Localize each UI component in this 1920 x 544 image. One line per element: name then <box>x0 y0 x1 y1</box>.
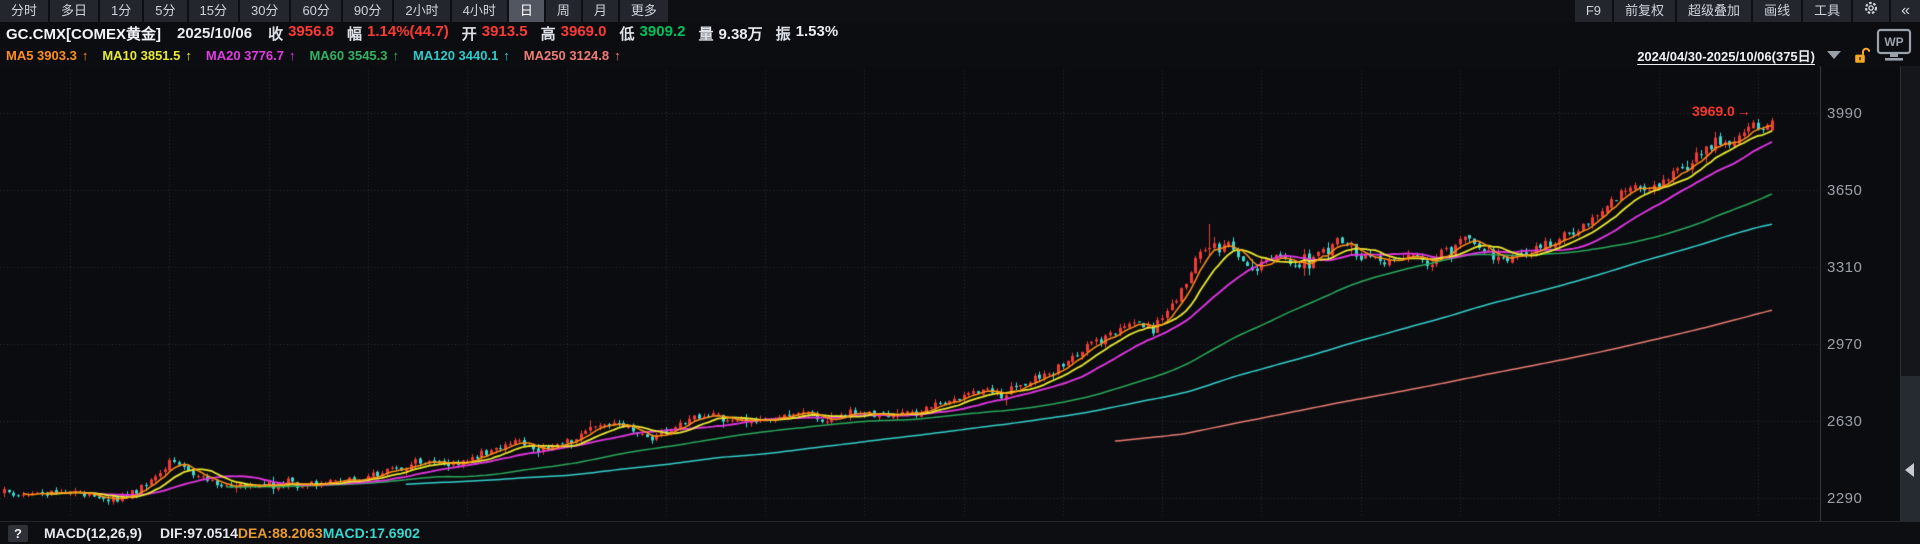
tab-2小时[interactable]: 2小时 <box>394 0 449 22</box>
symbol-name[interactable]: GC.CMX[COMEX黄金] <box>6 23 161 44</box>
quote-fields: 收3956.8 幅1.14%(44.7) 开3913.5 高3969.0 低3909.2… <box>268 23 851 44</box>
y-axis-tick: 2970 <box>1827 336 1893 353</box>
macd-value: MACD:17.6902 <box>323 525 420 541</box>
ma-value-MA20: MA20 3776.7↑ <box>206 48 296 63</box>
tab-90分[interactable]: 90分 <box>343 0 392 22</box>
y-axis-tick: 2290 <box>1827 490 1893 507</box>
quote-date: 2025/10/06 <box>177 25 252 42</box>
right-arrow-icon: → <box>1737 103 1751 119</box>
field-label: 幅 <box>347 23 362 44</box>
indicator-help-button[interactable]: ? <box>8 525 28 542</box>
field-value: 9.38万 <box>718 23 762 44</box>
macd-indicator-bar: ? MACD(12,26,9) DIF:97.0514 DEA:88.2063 … <box>0 521 1920 544</box>
y-axis-tick: 2630 <box>1827 413 1893 430</box>
up-arrow-icon: ↑ <box>289 48 296 63</box>
macd-formula[interactable]: MACD(12,26,9) <box>44 525 142 541</box>
tab-分时[interactable]: 分时 <box>0 0 48 22</box>
ma-value-MA120: MA120 3440.1↑ <box>413 48 510 63</box>
field-value: 3956.8 <box>288 23 334 44</box>
panel-expand-arrow-icon[interactable] <box>1905 463 1914 477</box>
tab-5分[interactable]: 5分 <box>144 0 186 22</box>
collapse-panel-button[interactable]: « <box>1891 0 1920 22</box>
top-toolbar: 分时多日1分5分15分30分60分90分2小时4小时日周月更多 F9前复权超级叠… <box>0 0 1920 22</box>
ma-value-MA10: MA10 3851.5↑ <box>102 48 192 63</box>
quote-field: 高3969.0 <box>541 23 607 44</box>
latest-price-label: 3969.0→ <box>1692 103 1751 119</box>
quote-field: 量9.38万 <box>698 23 762 44</box>
unlock-icon[interactable] <box>1853 47 1870 64</box>
up-arrow-icon: ↑ <box>393 48 400 63</box>
field-value: 3909.2 <box>640 23 686 44</box>
tab-15分[interactable]: 15分 <box>189 0 238 22</box>
field-label: 振 <box>776 23 791 44</box>
up-arrow-icon: ↑ <box>82 48 89 63</box>
visible-date-range[interactable]: 2024/04/30-2025/10/06(375日) <box>1637 46 1815 65</box>
tab-日[interactable]: 日 <box>509 0 544 22</box>
chevron-down-icon[interactable] <box>1827 51 1841 59</box>
macd-dif-value: DIF:97.0514 <box>160 525 238 541</box>
ma-value-MA60: MA60 3545.3↑ <box>309 48 399 63</box>
quote-field: 收3956.8 <box>268 23 334 44</box>
field-value: 3969.0 <box>561 23 607 44</box>
field-label: 低 <box>620 23 635 44</box>
right-edge-panel-strip[interactable] <box>1900 66 1920 521</box>
quote-field: 幅1.14%(44.7) <box>347 23 449 44</box>
field-value: 1.14%(44.7) <box>367 23 449 44</box>
tab-月[interactable]: 月 <box>583 0 618 22</box>
field-label: 高 <box>541 23 556 44</box>
double-chevron-left-icon: « <box>1901 0 1910 22</box>
tab-60分[interactable]: 60分 <box>291 0 340 22</box>
svg-text:WP: WP <box>1884 35 1903 49</box>
strip-highlight <box>1901 376 1920 521</box>
tab-多日[interactable]: 多日 <box>50 0 98 22</box>
toolbar-button-前复权[interactable]: 前复权 <box>1614 0 1675 22</box>
quote-info-bar: GC.CMX[COMEX黄金] 2025/10/06 收3956.8 幅1.14%… <box>0 22 1920 44</box>
toolbar-button-画线[interactable]: 画线 <box>1753 0 1801 22</box>
tab-1分[interactable]: 1分 <box>100 0 142 22</box>
toolbar-button-超级叠加[interactable]: 超级叠加 <box>1677 0 1751 22</box>
toolbar-button-工具[interactable]: 工具 <box>1803 0 1851 22</box>
tab-周[interactable]: 周 <box>546 0 581 22</box>
right-tools: F9前复权超级叠加画线工具 « <box>1575 0 1920 22</box>
tab-30分[interactable]: 30分 <box>240 0 289 22</box>
tab-更多[interactable]: 更多 <box>620 0 668 22</box>
quote-field: 振1.53% <box>776 23 839 44</box>
gear-icon <box>1863 0 1879 23</box>
up-arrow-icon: ↑ <box>185 48 192 63</box>
price-chart-canvas[interactable] <box>0 66 1920 521</box>
macd-dea-value: DEA:88.2063 <box>238 525 323 541</box>
ma-values: MA5 3903.3↑ MA10 3851.5↑ MA20 3776.7↑ MA60 … <box>6 48 635 63</box>
tab-4小时[interactable]: 4小时 <box>452 0 507 22</box>
quote-field: 低3909.2 <box>620 23 686 44</box>
field-label: 量 <box>698 23 713 44</box>
settings-button[interactable] <box>1853 0 1889 22</box>
toolbar-button-F9[interactable]: F9 <box>1575 0 1612 22</box>
y-axis-tick: 3310 <box>1827 259 1893 276</box>
field-value: 1.53% <box>796 23 839 44</box>
ma-value-MA250: MA250 3124.8↑ <box>524 48 621 63</box>
y-axis-tick: 3650 <box>1827 182 1893 199</box>
field-label: 开 <box>462 23 477 44</box>
y-axis-tick: 3990 <box>1827 105 1893 122</box>
ma-value-MA5: MA5 3903.3↑ <box>6 48 88 63</box>
field-label: 收 <box>268 23 283 44</box>
right-tool-buttons: F9前复权超级叠加画线工具 <box>1575 0 1851 22</box>
quote-field: 开3913.5 <box>462 23 528 44</box>
wp-monitor-icon[interactable]: WP <box>1876 28 1912 67</box>
date-range-group: 2024/04/30-2025/10/06(375日) <box>1637 44 1870 66</box>
field-value: 3913.5 <box>482 23 528 44</box>
up-arrow-icon: ↑ <box>614 48 621 63</box>
up-arrow-icon: ↑ <box>503 48 510 63</box>
ma-indicator-bar: MA5 3903.3↑ MA10 3851.5↑ MA20 3776.7↑ MA60 … <box>0 44 1920 66</box>
timeframe-tabs: 分时多日1分5分15分30分60分90分2小时4小时日周月更多 <box>0 0 668 22</box>
